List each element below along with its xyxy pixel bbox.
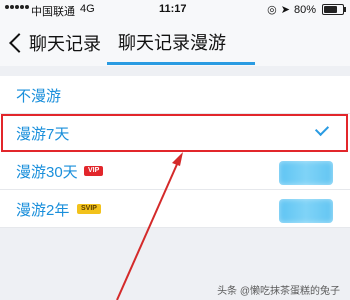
option-roaming-7-days[interactable]: 漫游7天 bbox=[0, 114, 350, 152]
lock-rotation-icon: ◎ bbox=[267, 4, 277, 16]
vip-badge: VIP bbox=[84, 166, 104, 176]
option-label: 不漫游 bbox=[16, 88, 62, 105]
signal-strength-icon bbox=[5, 5, 29, 9]
status-bar: 中国联通 4G 11:17 ◎ ➤ 80% bbox=[0, 0, 350, 20]
back-button[interactable]: 聊天记录 bbox=[6, 26, 101, 60]
navigation-bar: 聊天记录 聊天记录漫游 bbox=[0, 20, 350, 66]
carrier-name: 中国联通 bbox=[31, 6, 75, 18]
status-indicators: ◎ ➤ 80% bbox=[267, 3, 346, 16]
location-arrow-icon: ➤ bbox=[280, 4, 290, 16]
back-button-label: 聊天记录 bbox=[29, 34, 101, 54]
chat-roaming-screen: 中国联通 4G 11:17 ◎ ➤ 80% 聊天记录 聊天记录漫游 不漫游 漫游… bbox=[0, 0, 350, 300]
title-underline bbox=[107, 62, 255, 65]
svip-badge: SVIP bbox=[77, 204, 101, 214]
option-30-days-toggle[interactable] bbox=[279, 161, 333, 185]
option-label: 漫游2年 bbox=[16, 202, 70, 219]
option-2-years-toggle[interactable] bbox=[279, 199, 333, 223]
option-roaming-2-years[interactable]: 漫游2年 SVIP bbox=[0, 190, 350, 228]
option-label: 漫游30天 bbox=[16, 164, 78, 181]
battery-icon bbox=[322, 4, 346, 15]
chevron-left-icon bbox=[9, 33, 29, 53]
page-title: 聊天记录漫游 bbox=[118, 33, 226, 53]
option-no-roaming[interactable]: 不漫游 bbox=[0, 76, 350, 114]
battery-percent: 80% bbox=[293, 3, 316, 16]
roaming-options-list: 不漫游 漫游7天 漫游30天 VIP 漫游2年 SVIP bbox=[0, 76, 350, 228]
network-type: 4G bbox=[80, 3, 95, 15]
option-roaming-30-days[interactable]: 漫游30天 VIP bbox=[0, 152, 350, 190]
battery-level-fill bbox=[324, 6, 337, 13]
status-time: 11:17 bbox=[159, 3, 187, 15]
option-label: 漫游7天 bbox=[16, 126, 70, 143]
watermark-text: 头条 @懒吃抹茶蛋糕的兔子 bbox=[217, 286, 340, 297]
